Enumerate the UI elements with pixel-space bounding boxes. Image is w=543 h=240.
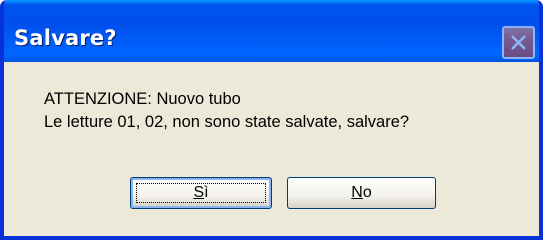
- title-bar[interactable]: Salvare?: [4, 0, 539, 62]
- yes-button[interactable]: Sì: [130, 177, 272, 209]
- dialog-title: Salvare?: [14, 26, 117, 50]
- message-text: ATTENZIONE: Nuovo tubo Le letture 01, 02…: [44, 88, 409, 134]
- no-button[interactable]: No: [287, 177, 436, 209]
- close-icon: [511, 35, 526, 50]
- close-button[interactable]: [502, 26, 535, 59]
- focus-ring: [136, 183, 266, 203]
- message-line-2: Le letture 01, 02, non sono state salvat…: [44, 113, 410, 131]
- no-mnemonic: N: [351, 184, 363, 201]
- no-label-rest: o: [362, 184, 372, 201]
- no-button-label: No: [351, 184, 371, 202]
- message-line-1: ATTENZIONE: Nuovo tubo: [44, 90, 241, 108]
- dialog-window: Salvare? ATTENZIONE: Nuovo tubo Le lettu…: [0, 0, 543, 240]
- dialog-body: ATTENZIONE: Nuovo tubo Le letture 01, 02…: [4, 62, 539, 236]
